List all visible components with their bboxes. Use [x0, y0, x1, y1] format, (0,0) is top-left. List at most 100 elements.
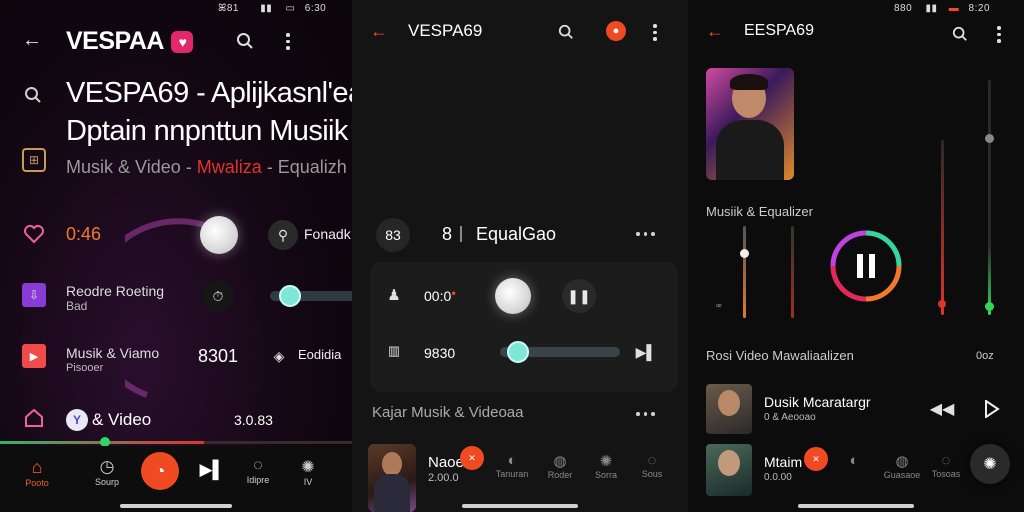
eq-band-slider[interactable]: [791, 226, 794, 318]
play-pause-ring[interactable]: [828, 228, 904, 304]
track-thumbnail[interactable]: [706, 384, 752, 434]
person-face-icon: [718, 450, 740, 476]
search-icon[interactable]: [234, 30, 256, 52]
eq-label: EqualGao: [476, 224, 557, 244]
track-subtitle: 2.00.0: [428, 472, 459, 484]
more-options-icon[interactable]: [652, 24, 658, 41]
pause-button[interactable]: ❚❚: [562, 279, 596, 313]
app-screen-equalizer: ← VESPA69 ● 83 8 EqualGao ♟ 00:0● ❚❚ ▥ 9…: [352, 0, 688, 512]
eq-band-thumb[interactable]: [740, 249, 749, 258]
track-subtitle: 0 & Aeooao: [764, 412, 816, 423]
page-title: EESPA69: [744, 22, 814, 39]
back-arrow-icon[interactable]: ←: [22, 29, 42, 51]
volume-slider-thumb[interactable]: [279, 285, 301, 307]
nav-settings[interactable]: ✺ IV: [288, 457, 328, 487]
eq-slider-thumb[interactable]: [507, 341, 529, 363]
notification-badge: ✕: [460, 446, 484, 470]
nav-tuner[interactable]: ◐ Tanuran: [492, 452, 532, 479]
eq-band-thumb[interactable]: [985, 134, 994, 143]
nav-label: Guasaoe: [883, 470, 921, 480]
breadcrumb-active: Mwaliza: [196, 157, 262, 177]
back-arrow-icon[interactable]: ←: [370, 21, 388, 41]
nav-source[interactable]: ◷ Sourp: [84, 457, 130, 487]
app-screen-main: ꕤ81 ▮▮ ▭ 6:30 ← VESPAA ♥ VESPA69 - Aplij…: [0, 0, 352, 512]
nav-recorder[interactable]: ◍ Roder: [540, 452, 580, 480]
video-play-icon[interactable]: ▶: [22, 344, 46, 368]
nav-guasaoe[interactable]: ◍ Guasaoe: [882, 452, 922, 480]
nav-tuner[interactable]: ◐: [834, 452, 874, 469]
more-options-icon[interactable]: [285, 33, 291, 50]
track-thumbnail[interactable]: [368, 444, 416, 512]
speaker-icon[interactable]: ◈: [268, 345, 290, 367]
eq-band-slider[interactable]: [743, 226, 746, 318]
track-title: Dusik Mcaratargr: [764, 394, 871, 410]
heart-logo-icon: ♥: [171, 31, 194, 54]
tuner-icon: ◐: [849, 452, 859, 469]
eq-band-thumb[interactable]: [938, 300, 946, 308]
row-title: Reodre Roeting: [66, 283, 165, 299]
notification-badge: ✕: [804, 447, 828, 471]
row-label: & Video: [92, 410, 152, 429]
breadcrumb-part: Musik & Video -: [66, 157, 192, 177]
play-icon[interactable]: [982, 398, 1002, 420]
eq-band-thumb[interactable]: [985, 302, 994, 311]
chip-label[interactable]: Fonadk: [304, 226, 351, 242]
eq-preset-badge[interactable]: 83: [376, 218, 410, 252]
pause-icon: ❚❚: [567, 287, 591, 304]
nav-home[interactable]: ⌂ Pooto: [14, 457, 60, 488]
elapsed-value: 00:0: [424, 288, 452, 304]
user-icon[interactable]: ♟: [384, 285, 404, 305]
skip-forward-icon[interactable]: ▶▌: [636, 342, 657, 362]
nav-label: IV: [303, 477, 313, 487]
nav-sorra[interactable]: ✺ Sorra: [586, 452, 626, 480]
search-icon[interactable]: [950, 24, 970, 44]
eq-band-label: ꟹ: [716, 302, 722, 312]
heart-shield-icon[interactable]: [22, 222, 46, 246]
nav-label: Sorra: [594, 470, 617, 480]
status-signal: 880: [894, 3, 913, 14]
nav-center-button[interactable]: ◔: [141, 452, 179, 490]
chip-label[interactable]: Eodidia: [298, 347, 341, 362]
eq-band-slider[interactable]: [941, 140, 944, 315]
page-title: VESPA69: [408, 21, 483, 40]
play-knob[interactable]: [495, 278, 531, 314]
download-icon[interactable]: ⇩: [22, 283, 46, 307]
rewind-icon[interactable]: ◀◀: [930, 398, 955, 420]
house-outline-icon[interactable]: [22, 406, 46, 430]
row-value: 8301: [198, 346, 239, 366]
search-icon[interactable]: [556, 22, 576, 42]
home-indicator: [798, 504, 914, 508]
nav-chat[interactable]: ◌ Idipre: [238, 457, 278, 485]
app-logo-text: VESPAA: [66, 27, 164, 55]
status-signal: ꕤ81: [218, 3, 239, 14]
nav-sous[interactable]: ◌ Sous: [632, 452, 672, 479]
more-horizontal-icon[interactable]: [636, 412, 655, 416]
battery-icon: ▭: [285, 3, 296, 14]
grid-icon[interactable]: ⊞: [22, 148, 46, 172]
battery-icon: ▬: [948, 3, 960, 14]
more-options-icon[interactable]: [996, 26, 1002, 43]
row-title: Musik & Viamo: [66, 345, 160, 361]
divider: [460, 226, 462, 242]
nav-label: Pooto: [25, 478, 49, 488]
nav-tosoas[interactable]: ◌ Tosoas: [926, 452, 966, 479]
equalizer-bars-icon[interactable]: ▥: [384, 342, 404, 360]
back-arrow-icon[interactable]: ←: [706, 21, 724, 41]
record-icon[interactable]: ●: [606, 21, 626, 41]
row-value: 3.0.83: [234, 412, 273, 428]
timer-icon[interactable]: ⏱: [202, 280, 234, 312]
album-art[interactable]: [706, 68, 794, 180]
dial-knob[interactable]: [200, 216, 238, 254]
track-thumbnail[interactable]: [706, 444, 752, 496]
settings-fab[interactable]: ✺: [970, 444, 1010, 484]
search-icon[interactable]: [22, 84, 44, 106]
nav-label: Sourp: [94, 477, 120, 487]
eq-band-slider[interactable]: [988, 80, 991, 315]
breadcrumb-part: - Equalizh Equalizer: [266, 157, 352, 177]
play-pause-icon: ▶▌: [199, 460, 225, 479]
recorder-icon: ◍: [553, 453, 567, 470]
nav-play-pause[interactable]: ▶▌: [192, 460, 232, 480]
figure-icon[interactable]: ⚲: [268, 220, 298, 250]
breadcrumb: Musik & Video - Mwaliza - Equalizh Equal…: [66, 157, 352, 178]
more-horizontal-icon[interactable]: [636, 232, 655, 236]
